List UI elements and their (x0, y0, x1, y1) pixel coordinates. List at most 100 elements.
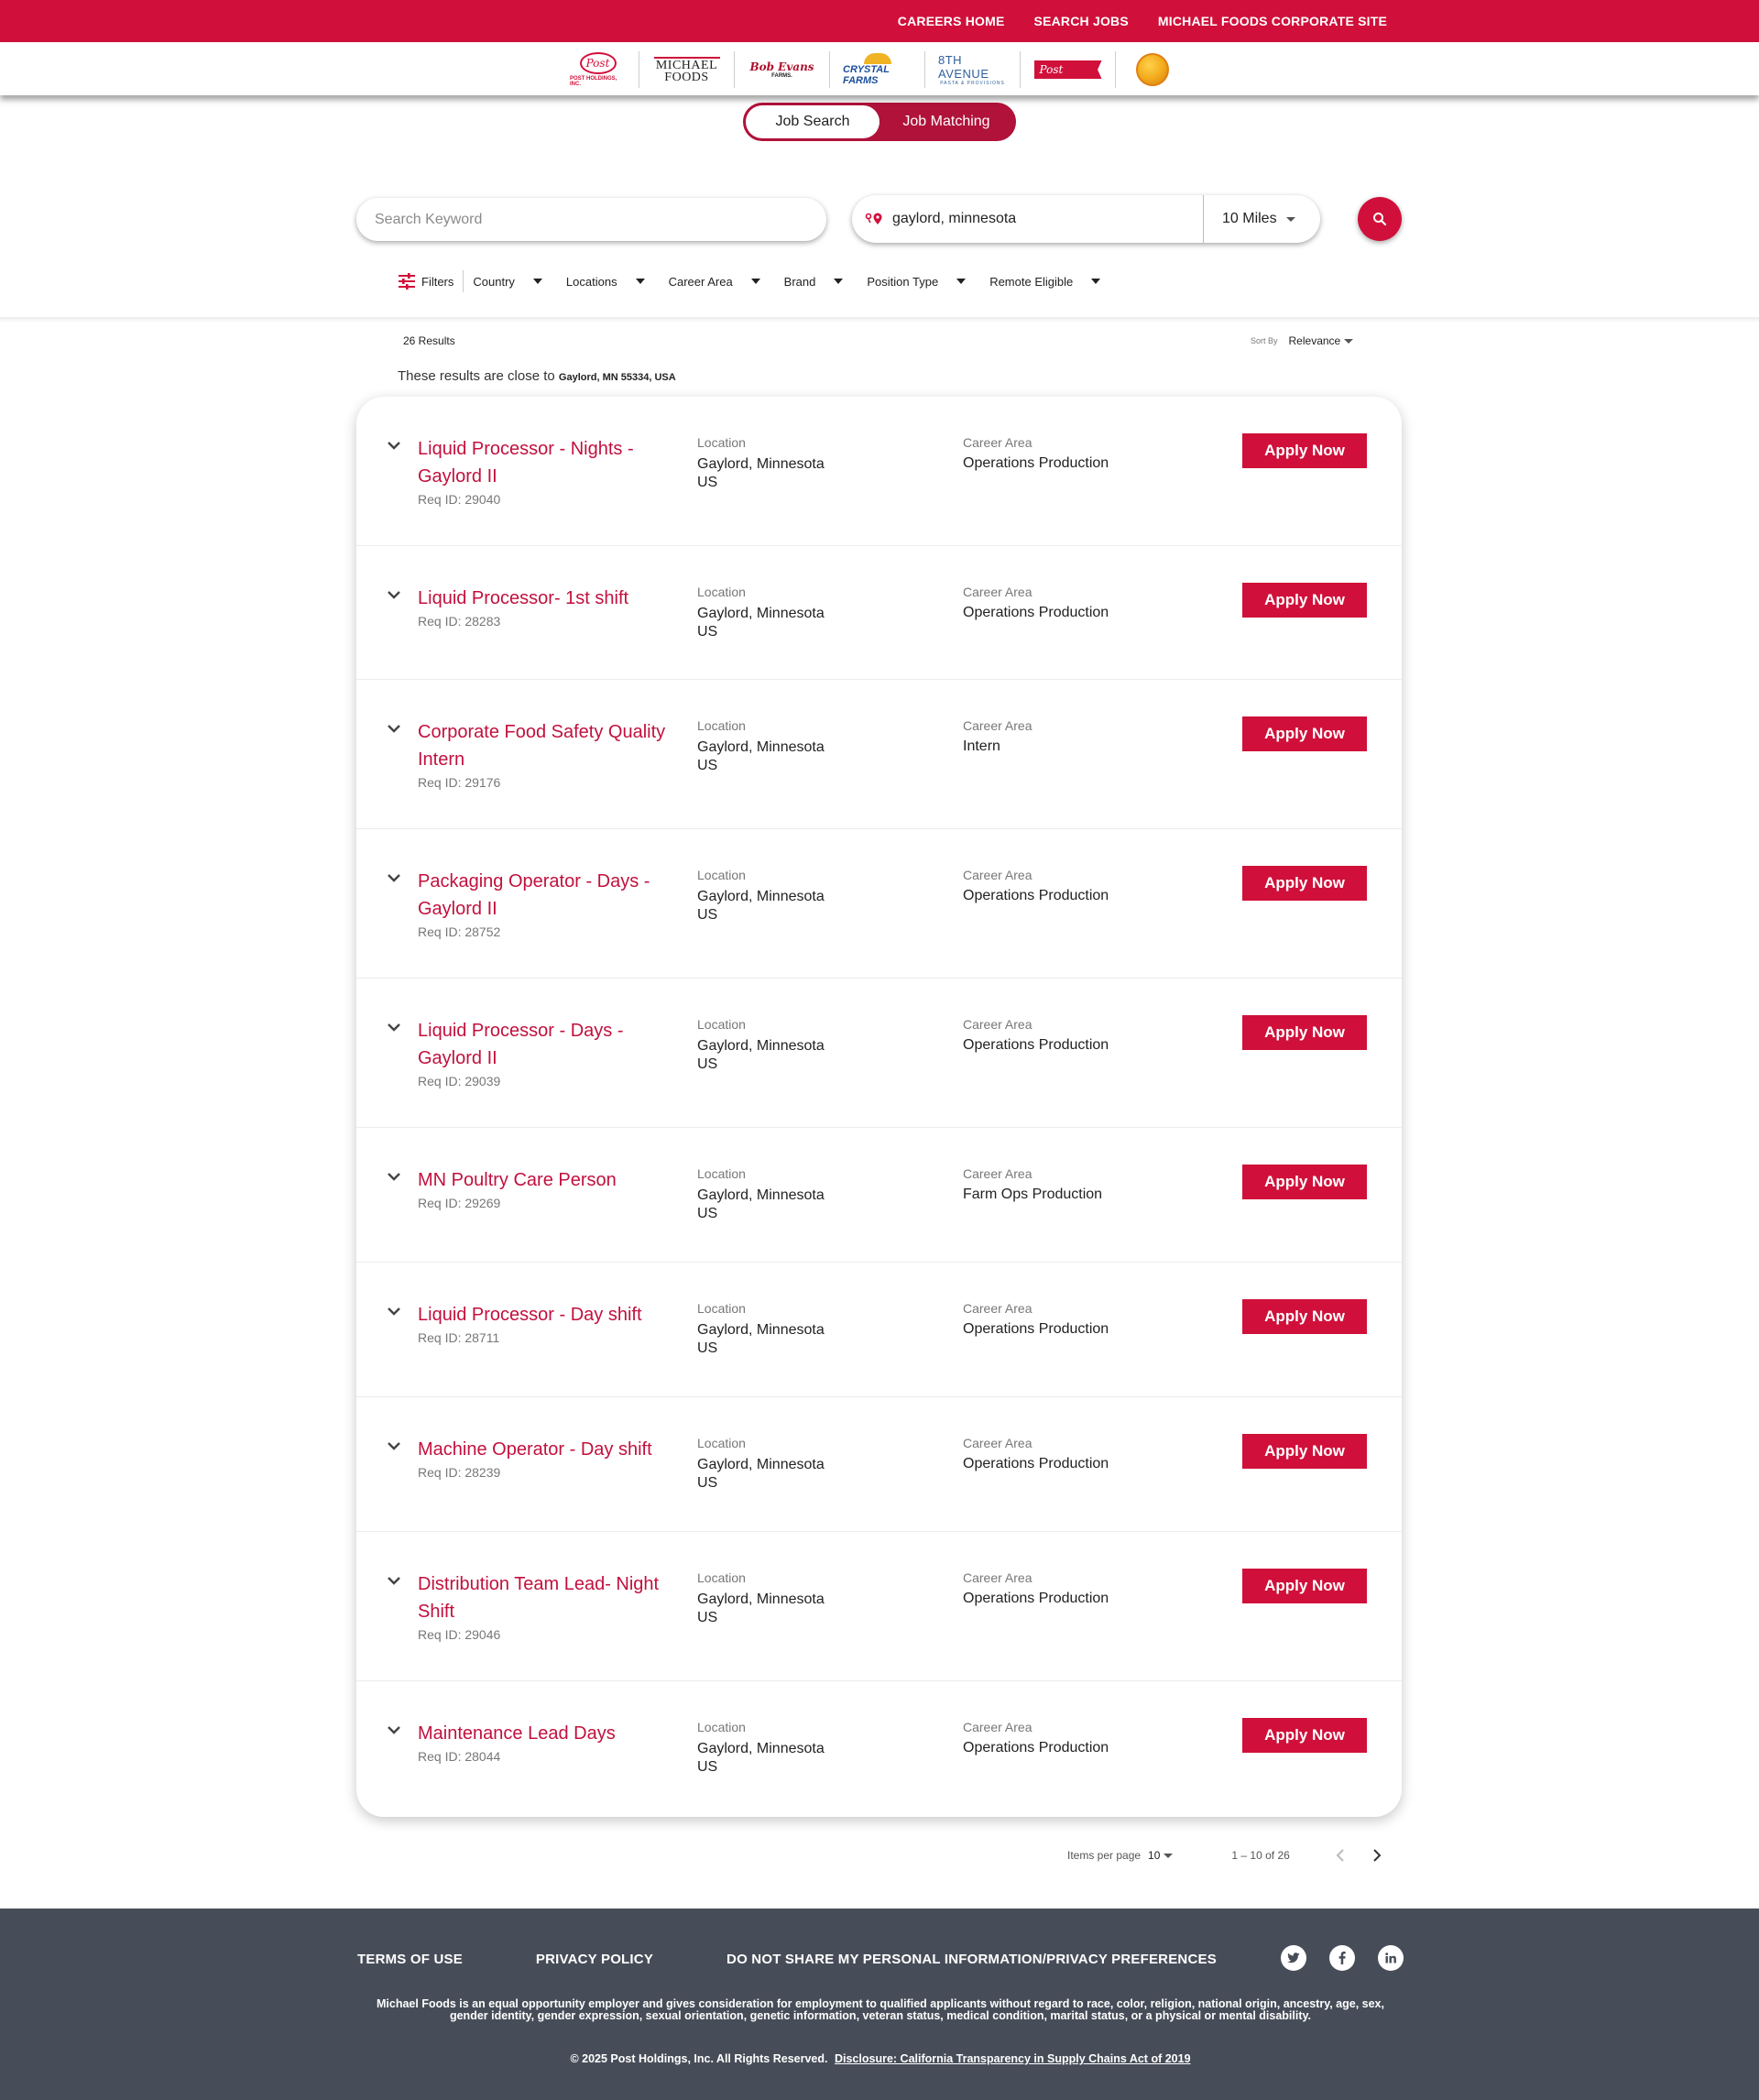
filter-label: Brand (783, 274, 816, 289)
twitter-icon[interactable] (1281, 1945, 1306, 1971)
location-label: Location (697, 585, 746, 599)
previous-page-button[interactable] (1330, 1845, 1350, 1865)
privacy-policy-link[interactable]: PRIVACY POLICY (536, 1952, 653, 1967)
sliders-icon (399, 273, 415, 290)
bob-evans-logo[interactable]: Bob Evans FARMS. (735, 51, 830, 88)
chevron-down-icon[interactable] (387, 1304, 401, 1318)
apply-now-button[interactable]: Apply Now (1242, 433, 1367, 468)
career-area-value: Operations Production (963, 455, 1109, 471)
filter-position-type[interactable]: Position Type (867, 275, 967, 289)
req-id: Req ID: 28239 (418, 1465, 501, 1480)
chevron-down-icon[interactable] (387, 438, 401, 453)
chevron-down-icon[interactable] (387, 1438, 401, 1453)
career-area-label: Career Area (963, 1301, 1032, 1316)
chevron-down-icon[interactable] (387, 1020, 401, 1034)
job-row: Corporate Food Safety Quality Intern Req… (356, 680, 1402, 829)
career-area-label: Career Area (963, 868, 1032, 882)
filter-label: Remote Eligible (989, 274, 1074, 289)
req-id: Req ID: 29040 (418, 492, 501, 507)
apply-now-button[interactable]: Apply Now (1242, 1434, 1367, 1469)
location-label: Location (697, 718, 746, 733)
chevron-down-icon[interactable] (387, 1573, 401, 1588)
career-area-label: Career Area (963, 718, 1032, 733)
header-shadow (0, 317, 1759, 323)
chevron-down-icon[interactable] (387, 870, 401, 885)
golden-ball-logo[interactable] (1116, 51, 1189, 88)
career-area-value: Operations Production (963, 1321, 1109, 1337)
chevron-down-icon[interactable] (387, 721, 401, 736)
radius-select[interactable]: 10 Miles (1203, 195, 1320, 243)
location-line-2: US (697, 1340, 718, 1356)
search-button[interactable] (1358, 197, 1402, 241)
job-title-link[interactable]: Liquid Processor - Day shift (418, 1301, 679, 1329)
chevron-right-icon (1373, 1849, 1382, 1862)
job-title-link[interactable]: Liquid Processor - Days - Gaylord II (418, 1017, 679, 1072)
apply-now-button[interactable]: Apply Now (1242, 1165, 1367, 1199)
filter-locations[interactable]: Locations (566, 275, 645, 289)
location-input[interactable]: gaylord, minnesota (892, 211, 1203, 227)
sort-select[interactable]: Relevance (1289, 334, 1354, 347)
disclosure-link[interactable]: Disclosure: California Transparency in S… (835, 2052, 1191, 2065)
job-title-link[interactable]: Packaging Operator - Days - Gaylord II (418, 868, 679, 923)
filter-career-area[interactable]: Career Area (669, 275, 760, 289)
location-label: Location (697, 1720, 746, 1734)
apply-now-button[interactable]: Apply Now (1242, 716, 1367, 751)
pagination: Items per page 10 1 – 10 of 26 (1067, 1845, 1404, 1865)
chevron-down-icon[interactable] (387, 1723, 401, 1737)
job-title-link[interactable]: Liquid Processor - Nights - Gaylord II (418, 435, 679, 490)
req-id: Req ID: 29046 (418, 1627, 501, 1642)
copyright-text: © 2025 Post Holdings, Inc. All Rights Re… (570, 2052, 828, 2065)
apply-now-button[interactable]: Apply Now (1242, 1299, 1367, 1334)
job-title-link[interactable]: Machine Operator - Day shift (418, 1436, 679, 1463)
do-not-share-link[interactable]: DO NOT SHARE MY PERSONAL INFORMATION/PRI… (727, 1952, 1217, 1967)
location-line-1: Gaylord, Minnesota (697, 1741, 825, 1756)
job-title-link[interactable]: Corporate Food Safety Quality Intern (418, 718, 679, 773)
location-line-1: Gaylord, Minnesota (697, 1591, 825, 1607)
filter-remote-eligible[interactable]: Remote Eligible (989, 274, 1101, 289)
chevron-down-icon[interactable] (387, 587, 401, 602)
career-area-label: Career Area (963, 1166, 1032, 1181)
search-jobs-link[interactable]: SEARCH JOBS (1034, 14, 1129, 28)
apply-now-button[interactable]: Apply Now (1242, 583, 1367, 618)
michael-foods-logo[interactable]: MICHAEL FOODS (639, 51, 735, 88)
apply-now-button[interactable]: Apply Now (1242, 1718, 1367, 1753)
job-matching-tab[interactable]: Job Matching (880, 105, 1013, 138)
req-id: Req ID: 29269 (418, 1196, 501, 1210)
next-page-button[interactable] (1367, 1845, 1387, 1865)
filter-brand[interactable]: Brand (784, 275, 844, 289)
eighth-avenue-logo[interactable]: 8TH AVENUE PASTA & PROVISIONS (925, 51, 1021, 88)
post-holdings-logo[interactable]: Post POST HOLDINGS, INC. (557, 51, 639, 88)
facebook-icon[interactable] (1329, 1945, 1355, 1971)
proximity-prefix: These results are close to (398, 368, 555, 384)
job-title-link[interactable]: MN Poultry Care Person (418, 1166, 679, 1194)
location-value: Gaylord, Minnesota US (697, 738, 880, 775)
items-per-page-select[interactable]: 10 (1148, 1849, 1174, 1862)
apply-now-button[interactable]: Apply Now (1242, 1569, 1367, 1603)
filter-country[interactable]: Country (473, 275, 542, 289)
location-line-1: Gaylord, Minnesota (697, 1187, 825, 1203)
keyword-search-input[interactable] (375, 211, 826, 228)
careers-home-link[interactable]: CAREERS HOME (898, 14, 1005, 28)
chevron-down-icon[interactable] (387, 1169, 401, 1184)
corporate-site-link[interactable]: MICHAEL FOODS CORPORATE SITE (1158, 14, 1387, 28)
terms-of-use-link[interactable]: TERMS OF USE (357, 1952, 463, 1967)
page-range: 1 – 10 of 26 (1231, 1849, 1290, 1862)
crystal-farms-logo[interactable]: CRYSTAL FARMS (830, 51, 925, 88)
career-area-label: Career Area (963, 1017, 1032, 1032)
job-title-link[interactable]: Maintenance Lead Days (418, 1720, 679, 1747)
apply-now-button[interactable]: Apply Now (1242, 866, 1367, 901)
proximity-place: Gaylord, MN 55334, USA (558, 372, 676, 383)
apply-now-button[interactable]: Apply Now (1242, 1015, 1367, 1050)
location-value: Gaylord, Minnesota US (697, 1740, 880, 1777)
career-area-value: Operations Production (963, 1456, 1109, 1471)
job-row: Liquid Processor - Days - Gaylord II Req… (356, 979, 1402, 1128)
linkedin-icon[interactable] (1378, 1945, 1404, 1971)
copyright-line: © 2025 Post Holdings, Inc. All Rights Re… (357, 2052, 1404, 2065)
caret-down-icon (956, 279, 967, 284)
job-search-tab[interactable]: Job Search (746, 105, 880, 138)
job-title-link[interactable]: Liquid Processor- 1st shift (418, 585, 679, 612)
filters-button[interactable]: Filters (398, 270, 464, 292)
post-logo-text: Post (579, 52, 617, 74)
post-consumer-brands-logo[interactable]: Post (1021, 51, 1116, 88)
job-title-link[interactable]: Distribution Team Lead- Night Shift (418, 1570, 679, 1625)
